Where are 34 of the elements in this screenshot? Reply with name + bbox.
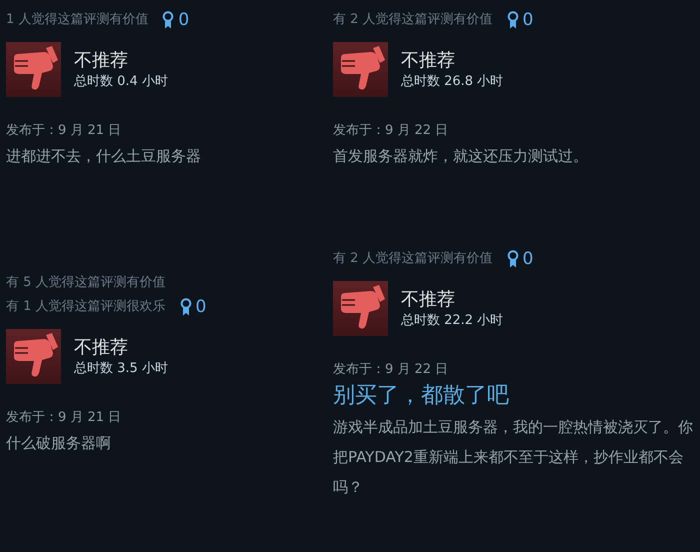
posted-date: 发布于：9 月 22 日 — [333, 122, 450, 140]
review-text: 游戏半成品加土豆服务器，我的一腔热情被浇灭了。你把PAYDAY2重新端上来都不至于这样，抄作业都不会吗？ — [333, 417, 693, 498]
posted-date: 发布于：9 月 21 日 — [6, 409, 122, 427]
award-count: 0 — [178, 10, 190, 30]
helpful-count: 有 5 人觉得这篇评测有价值 — [6, 274, 166, 292]
award-count: 0 — [522, 10, 534, 30]
playtime-hours: 总时数 22.2 小时 — [401, 312, 504, 330]
playtime-hours: 总时数 26.8 小时 — [401, 72, 504, 90]
review-verdict: 不推荐 — [401, 288, 456, 312]
helpful-count: 有 2 人觉得这篇评测有价值 — [333, 11, 493, 29]
review-text: 首发服务器就炸，就这还压力测试过。 — [333, 146, 589, 167]
review-verdict: 不推荐 — [74, 48, 129, 72]
helpful-count: 1 人觉得这篇评测有价值 — [6, 11, 148, 29]
review-title: 别买了，都散了吧 — [333, 382, 510, 410]
playtime-hours: 总时数 0.4 小时 — [74, 72, 168, 90]
playtime-hours: 总时数 3.5 小时 — [74, 360, 168, 378]
review-text: 进都进不去，什么土豆服务器 — [6, 146, 202, 167]
posted-date: 发布于：9 月 21 日 — [6, 122, 122, 140]
review-text: 什么破服务器啊 — [6, 433, 112, 454]
helpful-count: 有 1 人觉得这篇评测很欢乐 — [6, 298, 166, 316]
award-ribbon-icon — [506, 250, 519, 268]
award-count: 0 — [196, 297, 206, 317]
review-verdict: 不推荐 — [74, 336, 129, 360]
thumbs-down-icon — [333, 42, 388, 97]
thumbs-down-icon — [6, 329, 61, 384]
thumbs-down-icon — [6, 42, 61, 97]
helpful-count: 有 2 人觉得这篇评测有价值 — [333, 250, 493, 268]
posted-date: 发布于：9 月 22 日 — [333, 361, 450, 379]
review-verdict: 不推荐 — [401, 48, 456, 72]
award-count: 0 — [522, 249, 534, 269]
award-ribbon-icon — [180, 298, 192, 316]
award-ribbon-icon — [506, 11, 519, 29]
award-ribbon-icon — [162, 11, 174, 29]
thumbs-down-icon — [333, 281, 388, 336]
